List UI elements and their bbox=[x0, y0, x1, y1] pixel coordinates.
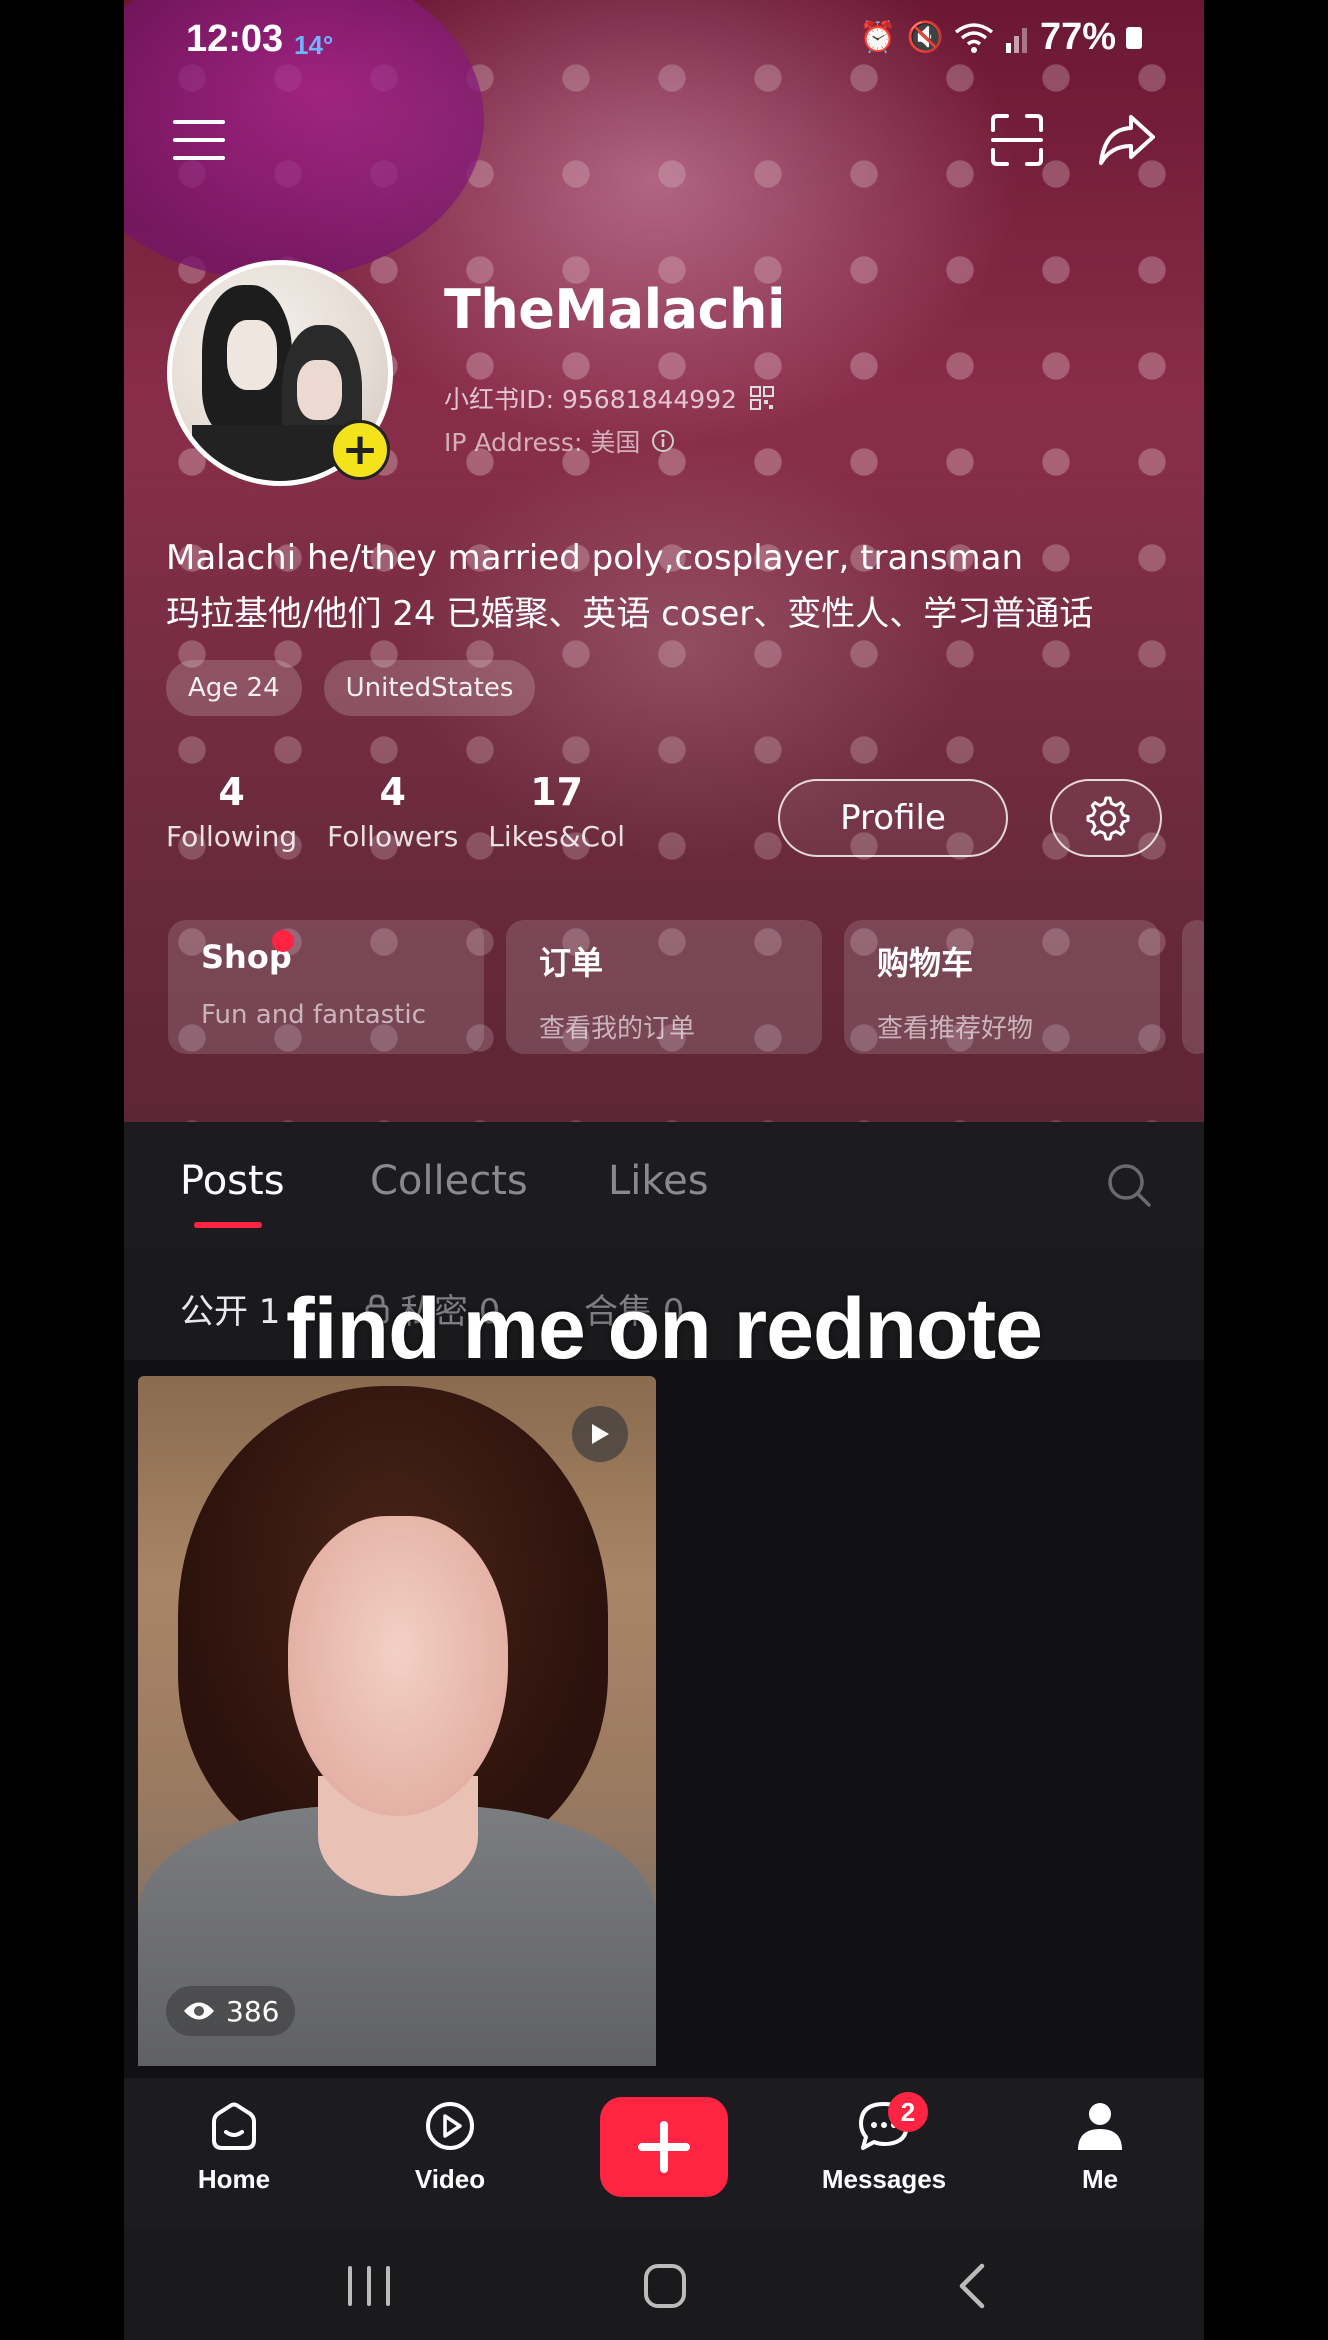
stat-followers[interactable]: 4 Followers bbox=[327, 770, 458, 853]
profile-name: TheMalachi bbox=[444, 278, 786, 341]
scan-button[interactable] bbox=[982, 105, 1052, 175]
battery-level: 77% bbox=[1039, 16, 1116, 58]
tab-likes[interactable]: Likes bbox=[608, 1158, 709, 1204]
add-avatar-button[interactable]: + bbox=[330, 420, 390, 480]
battery-icon bbox=[1126, 26, 1142, 49]
nav-video[interactable]: Video bbox=[370, 2098, 530, 2195]
settings-button[interactable] bbox=[1050, 779, 1162, 857]
ip-address: IP Address: 美国 bbox=[444, 423, 676, 459]
gear-icon bbox=[1086, 796, 1130, 841]
search-icon[interactable] bbox=[1106, 1162, 1152, 1208]
alarm-icon: ⏰ bbox=[859, 20, 897, 55]
plus-icon bbox=[638, 2121, 690, 2173]
profile-stats: 4 Following 4 Followers 17 Likes&Col bbox=[166, 770, 655, 853]
active-tab-indicator bbox=[194, 1222, 262, 1228]
scan-icon bbox=[991, 114, 1043, 166]
content-tabs: Posts Collects Likes bbox=[124, 1122, 1204, 1249]
user-id: 小红书ID: 95681844992 bbox=[444, 380, 775, 416]
recent-apps-icon[interactable] bbox=[344, 2264, 394, 2308]
card-shop[interactable]: Shop Fun and fantastic bbox=[168, 920, 484, 1054]
tab-posts[interactable]: Posts bbox=[180, 1158, 285, 1204]
edit-profile-button[interactable]: Profile bbox=[778, 779, 1008, 857]
stat-following[interactable]: 4 Following bbox=[166, 770, 297, 853]
card-cart[interactable]: 购物车 查看推荐好物 bbox=[844, 920, 1160, 1054]
wifi-icon bbox=[954, 22, 994, 53]
status-time: 12:03 bbox=[186, 18, 284, 60]
menu-button[interactable] bbox=[164, 105, 234, 175]
posts-feed: 386 bbox=[124, 1360, 1204, 2078]
nav-me[interactable]: Me bbox=[1020, 2098, 1180, 2195]
quick-cards: Shop Fun and fantastic 订单 查看我的订单 购物车 查看推… bbox=[168, 920, 1204, 1054]
home-icon bbox=[212, 2102, 256, 2150]
person-icon bbox=[1078, 2103, 1122, 2150]
mute-icon: 🔇 bbox=[906, 20, 944, 55]
play-icon bbox=[572, 1406, 628, 1462]
status-temperature: 14° bbox=[294, 30, 334, 60]
share-button[interactable] bbox=[1092, 105, 1162, 175]
card-more[interactable] bbox=[1182, 920, 1204, 1054]
stat-likes-collects[interactable]: 17 Likes&Col bbox=[488, 770, 625, 853]
status-bar: 12:03 14° ⏰ 🔇 77% bbox=[124, 16, 1204, 72]
phone-screen: 12:03 14° ⏰ 🔇 77% + TheMalachi 小红书ID: 95… bbox=[124, 0, 1204, 2340]
system-navigation-bar bbox=[124, 2228, 1204, 2340]
tag-location: UnitedStates bbox=[323, 660, 536, 716]
plus-icon: + bbox=[341, 424, 379, 475]
home-button-icon[interactable] bbox=[642, 2262, 688, 2310]
video-play-icon bbox=[426, 2102, 474, 2150]
signal-icon bbox=[1005, 27, 1027, 53]
create-post-button[interactable] bbox=[600, 2097, 728, 2197]
eye-icon bbox=[184, 2002, 214, 2020]
bottom-nav: Home Video 2 Messages Me bbox=[124, 2078, 1204, 2228]
nav-home[interactable]: Home bbox=[154, 2098, 314, 2195]
nav-messages[interactable]: 2 Messages bbox=[804, 2092, 964, 2195]
menu-icon bbox=[173, 120, 225, 160]
tab-collects[interactable]: Collects bbox=[370, 1158, 528, 1204]
card-orders[interactable]: 订单 查看我的订单 bbox=[506, 920, 822, 1054]
profile-bio: Malachi he/they married poly,cosplayer, … bbox=[166, 538, 1094, 634]
share-icon bbox=[1099, 115, 1155, 165]
post-thumbnail[interactable]: 386 bbox=[138, 1376, 656, 2066]
profile-tags: Age 24 UnitedStates bbox=[166, 660, 536, 716]
tag-age: Age 24 bbox=[166, 660, 302, 716]
messages-badge: 2 bbox=[888, 2092, 928, 2132]
notification-dot bbox=[272, 930, 294, 952]
qr-code-icon[interactable] bbox=[749, 385, 775, 411]
info-icon[interactable] bbox=[650, 428, 676, 454]
view-count: 386 bbox=[166, 1986, 296, 2036]
back-icon[interactable] bbox=[954, 2262, 988, 2310]
